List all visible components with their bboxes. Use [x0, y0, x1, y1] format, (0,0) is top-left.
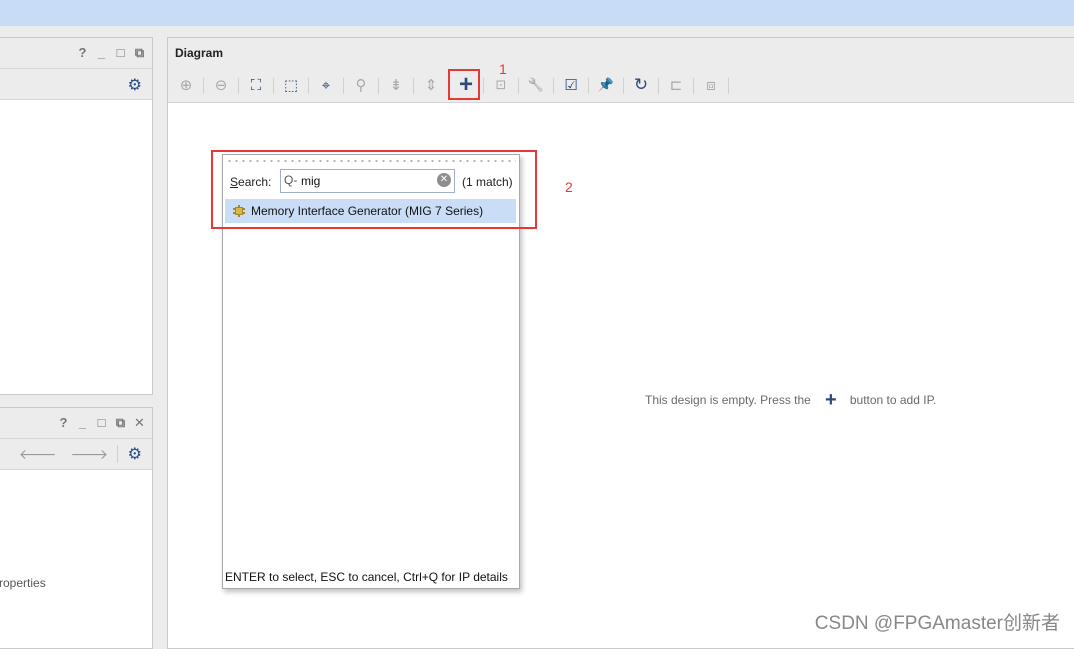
wrench-icon[interactable]: 🔧: [523, 73, 549, 97]
maximize-icon[interactable]: □: [114, 45, 127, 61]
band-spacer: [0, 26, 1074, 36]
empty-design-message: This design is empty. Press the + button t…: [645, 389, 936, 412]
pin-icon[interactable]: 📌: [593, 73, 619, 97]
window-buttons: ? _ □ ⧉ ✕: [57, 415, 146, 431]
left-upper-panel-header: ? _ □ ⧉: [0, 38, 152, 69]
toolbar-separator: [588, 78, 589, 94]
left-lower-panel-toolbar: 🡐 🡒 ⚙: [0, 439, 152, 470]
highlight-box-search: [211, 150, 537, 229]
toolbar-separator: [343, 78, 344, 94]
zoom-in-icon[interactable]: ⊕: [173, 73, 199, 97]
gear-icon[interactable]: ⚙: [128, 75, 142, 95]
help-icon[interactable]: ?: [76, 45, 89, 61]
empty-message-after: button to add IP.: [849, 393, 937, 407]
zoom-fit-icon[interactable]: ⛶: [243, 73, 269, 97]
diagram-toolbar: ⊕ ⊖ ⛶ ⬚ ⌖ ⚲ ⇟ ⇕ + ⊡ 🔧 ☑ 📌 ↻ ⊏ ⧈: [168, 69, 1074, 103]
history-arrows: 🡐 🡒: [19, 446, 108, 463]
run-connection-icon[interactable]: ⊏: [663, 73, 689, 97]
annotation-number-1: 1: [499, 61, 507, 77]
gear-icon[interactable]: ⚙: [128, 444, 142, 464]
annotation-number-2: 2: [565, 179, 573, 195]
toolbar-separator: [413, 78, 414, 94]
auto-fit-selection-icon[interactable]: ⌖: [313, 73, 339, 97]
empty-message-before: This design is empty. Press the: [645, 393, 811, 407]
float-icon[interactable]: ⧉: [114, 415, 127, 431]
toolbar-separator: [728, 78, 729, 94]
highlight-box-add-ip: [448, 69, 480, 100]
toolbar-separator: [308, 78, 309, 94]
zoom-out-icon[interactable]: ⊖: [208, 73, 234, 97]
toolbar-separator: [273, 78, 274, 94]
search-icon[interactable]: ⚲: [348, 73, 374, 97]
add-ip-inline-icon[interactable]: +: [819, 389, 843, 412]
left-lower-panel: ? _ □ ⧉ ✕ 🡐 🡒 ⚙ roperties: [0, 407, 153, 649]
minimize-icon[interactable]: _: [76, 415, 89, 431]
run-block-automation-icon[interactable]: ⧈: [698, 73, 724, 97]
collapse-all-icon[interactable]: ⇟: [383, 73, 409, 97]
left-upper-panel-toolbar: ⚙: [0, 69, 152, 100]
properties-label: roperties: [0, 576, 46, 590]
toolbar-separator: [553, 78, 554, 94]
forward-arrow-icon[interactable]: 🡒: [70, 446, 108, 463]
title-band: [0, 0, 1074, 26]
diagram-title: Diagram: [175, 46, 224, 60]
toolbar-separator: [518, 78, 519, 94]
toolbar-separator: [483, 78, 484, 94]
float-icon[interactable]: ⧉: [133, 45, 146, 61]
window-buttons: ? _ □ ⧉: [76, 45, 146, 61]
expand-all-icon[interactable]: ⇕: [418, 73, 444, 97]
minimize-icon[interactable]: _: [95, 45, 108, 61]
left-lower-panel-header: ? _ □ ⧉ ✕: [0, 408, 152, 439]
toolbar-separator: [378, 78, 379, 94]
zoom-area-icon[interactable]: ⬚: [278, 73, 304, 97]
left-upper-panel: ? _ □ ⧉ ⚙: [0, 37, 153, 395]
diagram-header: Diagram: [168, 38, 1074, 69]
toolbar-separator: [238, 78, 239, 94]
back-arrow-icon[interactable]: 🡐: [19, 446, 57, 463]
regenerate-layout-icon[interactable]: ↻: [628, 73, 654, 97]
maximize-icon[interactable]: □: [95, 415, 108, 431]
toolbar-separator: [117, 445, 118, 463]
help-icon[interactable]: ?: [57, 415, 70, 431]
toolbar-separator: [693, 78, 694, 94]
validate-design-icon[interactable]: ☑: [558, 73, 584, 97]
watermark: CSDN @FPGAmaster创新者: [814, 613, 1060, 634]
toolbar-separator: [203, 78, 204, 94]
toolbar-separator: [658, 78, 659, 94]
close-icon[interactable]: ✕: [133, 415, 146, 431]
popup-hint: ENTER to select, ESC to cancel, Ctrl+Q f…: [225, 570, 508, 584]
toolbar-separator: [623, 78, 624, 94]
